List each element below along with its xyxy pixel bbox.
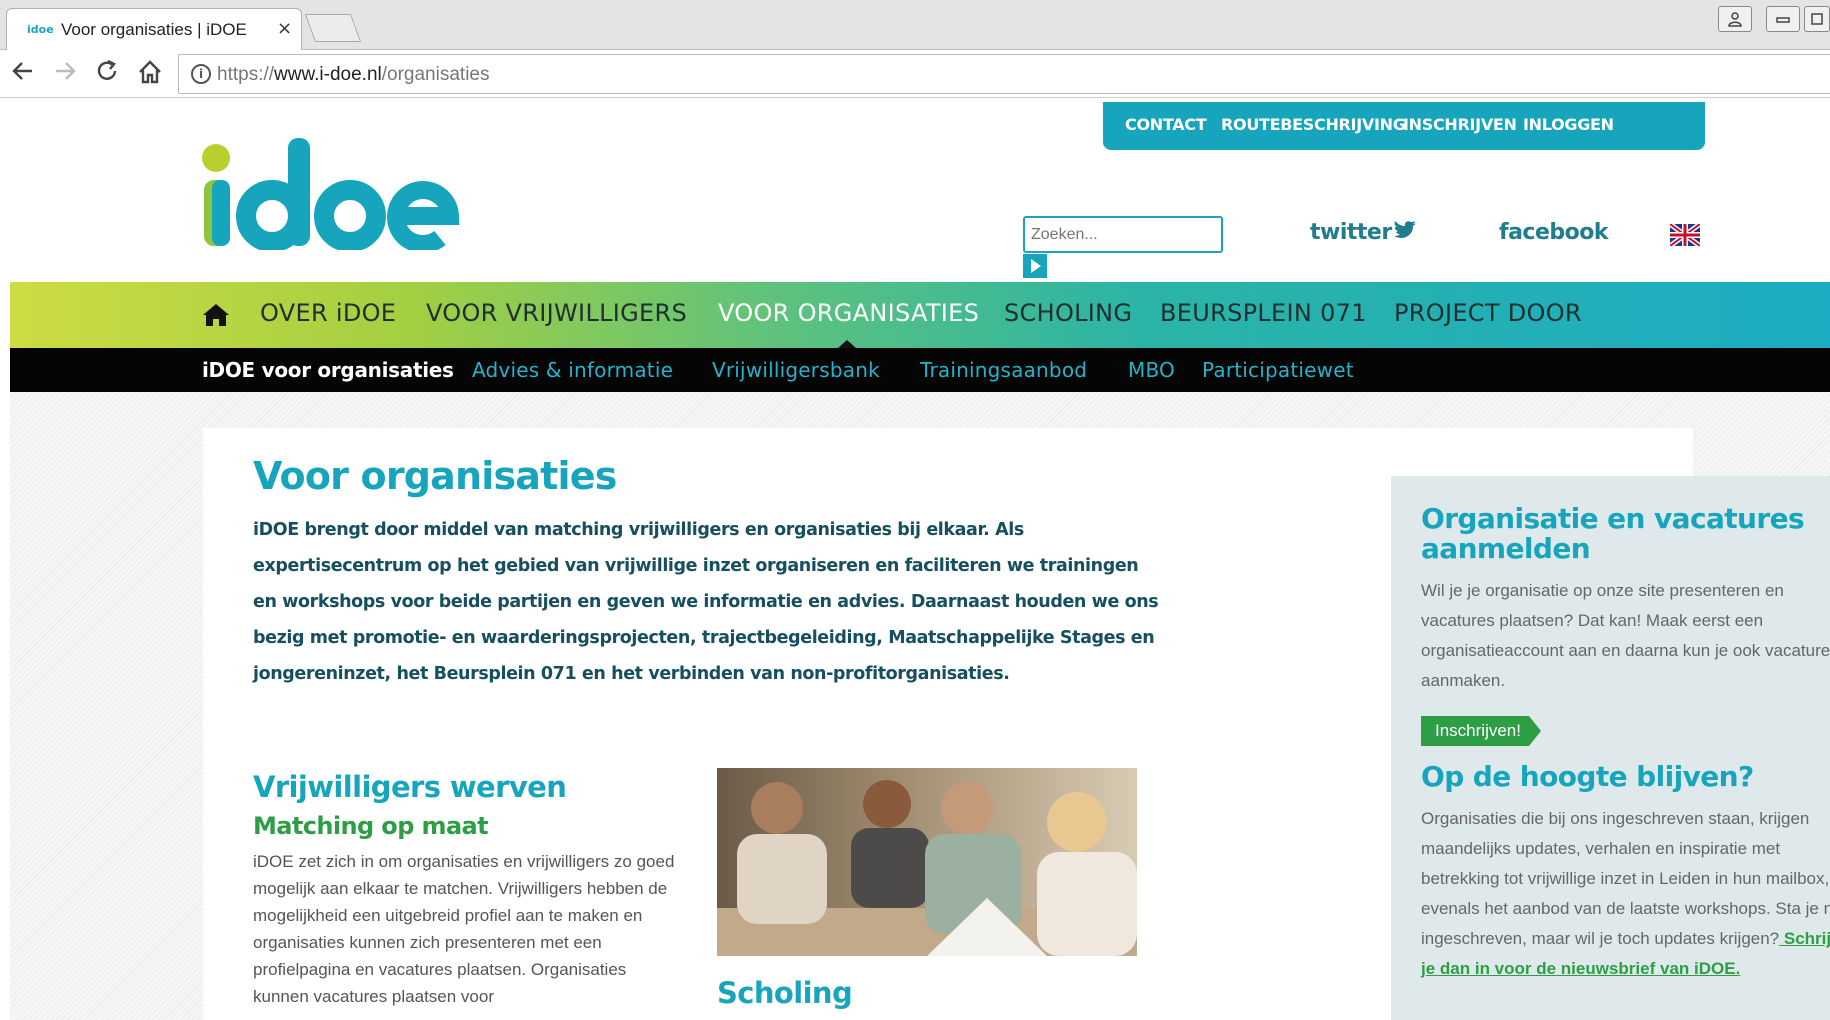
browser-toolbar: i https://www.i-doe.nl/organisaties: [0, 50, 1830, 98]
intro-text: iDOE brengt door middel van matching vri…: [253, 520, 1159, 684]
site-header: CONTACT ROUTEBESCHRIJVING INSCHRIJVEN IN…: [10, 98, 1830, 282]
idoe-logo[interactable]: [200, 138, 460, 250]
subnav-vrijwilligersbank[interactable]: Vrijwilligersbank: [712, 358, 880, 382]
nav-over-idoe[interactable]: OVER iDOE: [260, 299, 396, 327]
search-submit-button[interactable]: [1023, 254, 1047, 278]
routebeschrijving-link[interactable]: ROUTEBESCHRIJVING: [1221, 115, 1406, 134]
forward-arrow-icon[interactable]: [52, 58, 78, 90]
subnav-mbo[interactable]: MBO: [1128, 358, 1175, 382]
twitter-bird-icon: [1393, 221, 1417, 238]
page-viewport: CONTACT ROUTEBESCHRIJVING INSCHRIJVEN IN…: [10, 98, 1830, 1020]
reload-icon[interactable]: [94, 58, 120, 90]
home-icon[interactable]: [136, 58, 164, 92]
minimize-window-icon[interactable]: [1766, 6, 1800, 32]
restore-window-icon[interactable]: [1804, 6, 1830, 32]
subnav-advies-informatie[interactable]: Advies & informatie: [472, 358, 673, 382]
tab-title: Voor organisaties | iDOE: [61, 20, 247, 39]
tab-close-icon[interactable]: ×: [277, 18, 292, 39]
english-flag-icon[interactable]: [1670, 224, 1700, 246]
sub-navigation: iDOE voor organisaties Advies & informat…: [10, 348, 1830, 392]
browser-tab[interactable]: idoe Voor organisaties | iDOE ×: [6, 8, 302, 50]
new-tab-button[interactable]: [304, 14, 362, 42]
nav-project-door[interactable]: PROJECT DOOR: [1394, 299, 1582, 327]
section-matching-text: iDOE zet zich in om organisaties en vrij…: [253, 852, 675, 1006]
sidebar: Organisatie en vacatures aanmelden Wil j…: [1391, 476, 1830, 1020]
search-input[interactable]: [1023, 216, 1223, 253]
user-profile-icon[interactable]: [1718, 6, 1752, 32]
nav-scholing[interactable]: SCHOLING: [1004, 299, 1132, 327]
sidebar-op-de-hoogte-body: Organisaties die bij ons ingeschreven st…: [1421, 809, 1830, 948]
main-navigation: OVER iDOE VOOR VRIJWILLIGERS VOOR ORGANI…: [10, 282, 1830, 348]
active-nav-pointer: [838, 340, 856, 348]
main-content: Voor organisaties iDOE brengt door midde…: [203, 428, 1830, 1020]
facebook-link[interactable]: facebook: [1499, 220, 1609, 245]
address-bar[interactable]: i https://www.i-doe.nl/organisaties: [178, 54, 1830, 94]
sidebar-op-de-hoogte-title: Op de hoogte blijven?: [1421, 760, 1754, 793]
sidebar-aanmelden-text: Wil je je organisatie op onze site prese…: [1421, 581, 1830, 690]
section-scholing-title: Scholing: [717, 976, 853, 1010]
nav-voor-organisaties[interactable]: VOOR ORGANISATIES: [718, 299, 979, 327]
subnav-trainingsaanbod[interactable]: Trainingsaanbod: [920, 358, 1087, 382]
twitter-link[interactable]: twitter: [1310, 220, 1418, 245]
sidebar-op-de-hoogte-text: Organisaties die bij ons ingeschreven st…: [1421, 804, 1830, 984]
inschrijven-button[interactable]: Inschrijven!: [1421, 716, 1541, 746]
contact-link[interactable]: CONTACT: [1125, 115, 1207, 134]
sidebar-aanmelden-title: Organisatie en vacatures aanmelden: [1421, 502, 1805, 565]
inschrijven-link[interactable]: INSCHRIJVEN: [1403, 115, 1517, 134]
section-vrijwilligers-werven-title: Vrijwilligers werven: [253, 770, 567, 804]
subnav-idoe-voor-organisaties[interactable]: iDOE voor organisaties: [202, 358, 454, 382]
twitter-label: twitter: [1310, 220, 1392, 245]
volunteers-meeting-photo: [717, 768, 1137, 956]
inloggen-link[interactable]: INLOGGEN: [1523, 115, 1614, 134]
nav-beursplein-071[interactable]: BEURSPLEIN 071: [1160, 299, 1367, 327]
idoe-favicon-icon: idoe: [27, 23, 54, 36]
browser-tab-bar: idoe Voor organisaties | iDOE ×: [0, 0, 1830, 50]
nav-voor-vrijwilligers[interactable]: VOOR VRIJWILLIGERS: [426, 299, 687, 327]
info-icon[interactable]: i: [191, 64, 211, 84]
page-title: Voor organisaties: [253, 454, 617, 498]
top-utility-nav: CONTACT ROUTEBESCHRIJVING INSCHRIJVEN IN…: [1103, 102, 1705, 150]
subnav-participatiewet[interactable]: Participatiewet: [1202, 358, 1354, 382]
section-matching-subtitle: Matching op maat: [253, 812, 489, 840]
home-nav-icon[interactable]: [202, 302, 230, 328]
url-text[interactable]: https://www.i-doe.nl/organisaties: [217, 64, 489, 86]
back-arrow-icon[interactable]: [10, 58, 36, 90]
